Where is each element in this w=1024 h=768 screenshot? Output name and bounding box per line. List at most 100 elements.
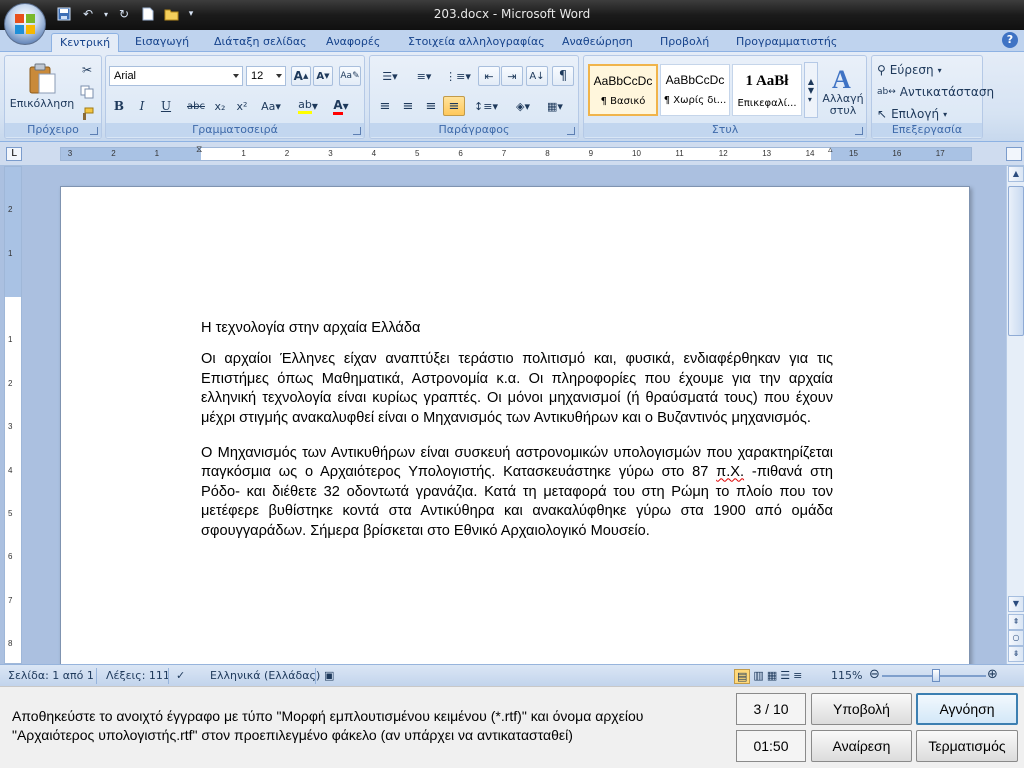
ruler-tick-label: 3 [328,149,333,158]
full-screen-reading-icon[interactable]: ▥ [753,669,763,684]
zoom-in-icon[interactable]: ⊕ [987,667,998,682]
style-no-spacing[interactable]: AaBbCcDc ¶ Χωρίς δι... [660,64,730,116]
styles-gallery-scroll[interactable]: ▲ ▼ ▾ [804,62,818,118]
style-heading1-sample: 1 AaBł [745,73,789,89]
decrease-indent-button[interactable]: ⇤ [478,66,500,86]
strikethrough-button[interactable]: abc [184,96,208,116]
format-painter-icon[interactable] [77,104,97,124]
highlight-color-button[interactable]: ab ▾ [294,96,322,116]
change-styles-icon: A [832,65,851,92]
underline-button[interactable]: U [155,96,177,116]
horizontal-ruler[interactable]: 3 2 1 1 2 3 4 5 6 7 8 9 10 11 12 13 14 15 16 17 ⧖ ▵ [60,145,972,161]
zoom-out-icon[interactable]: ⊖ [869,667,880,682]
shrink-font-button[interactable]: A ▼ [313,66,333,86]
vruler-tick-label: 2 [8,205,13,215]
submit-button[interactable]: Υποβολή [811,693,912,725]
grow-font-button[interactable]: A ▲ [291,66,311,86]
tab-review[interactable]: Αναθεώρηση [554,33,641,52]
tab-mailings[interactable]: Στοιχεία αλληλογραφίας [400,33,553,52]
paste-button[interactable]: Επικόλληση [9,58,75,114]
copy-icon[interactable] [77,82,97,102]
tab-view[interactable]: Προβολή [652,33,717,52]
tab-page-layout[interactable]: Διάταξη σελίδας [206,33,315,52]
paragraph-launcher[interactable] [567,127,575,135]
font-color-button[interactable]: A ▾ [326,96,356,116]
multilevel-list-button[interactable]: ⋮≡▾ [442,66,474,86]
numbering-button[interactable]: ≡▾ [408,66,440,86]
print-layout-view-icon[interactable]: ▤ [734,669,751,684]
view-ruler-icon[interactable] [1006,147,1022,161]
tab-home[interactable]: Κεντρική [51,33,120,52]
right-indent-marker[interactable]: ▵ [828,145,833,155]
font-launcher[interactable] [353,127,361,135]
document-paragraph-1[interactable]: Οι αρχαίοι Έλληνες είχαν αναπτύξει τεράσ… [201,350,833,428]
subscript-button[interactable]: x₂ [210,96,230,116]
help-icon[interactable]: ? [1002,32,1018,48]
italic-button[interactable]: I [132,96,152,116]
line-spacing-button[interactable]: ↕≡▾ [471,96,501,116]
zoom-slider-handle[interactable] [932,669,940,682]
align-right-button[interactable]: ≡ [420,96,442,116]
scroll-thumb[interactable] [1008,186,1024,336]
previous-page-icon[interactable]: ⇞ [1008,614,1024,630]
find-button[interactable]: ⚲ Εύρεση ▾ [876,60,980,80]
styles-group: AaBbCcDc ¶ Βασικό AaBbCcDc ¶ Χωρίς δι...… [583,55,867,139]
language-indicator[interactable]: Ελληνικά (Ελλάδας) [210,669,320,682]
document-page[interactable]: Η τεχνολογία στην αρχαία Ελλάδα Οι αρχαί… [60,186,970,664]
bullets-button[interactable]: ☰▾ [374,66,406,86]
macro-record-icon[interactable]: ▣ [324,669,334,682]
bold-button[interactable]: B [109,96,129,116]
font-size-combo[interactable]: 12 [246,66,286,86]
zoom-level[interactable]: 115% [831,669,862,682]
office-button[interactable] [4,3,46,45]
show-formatting-marks-button[interactable]: ¶ [552,66,574,86]
align-left-button[interactable]: ≡ [374,96,396,116]
tab-developer[interactable]: Προγραμματιστής [728,33,845,52]
outline-view-icon[interactable]: ☰ [780,669,790,684]
document-body[interactable]: Η τεχνολογία στην αρχαία Ελλάδα Οι αρχαί… [201,319,833,557]
change-case-button[interactable]: Aa▾ [256,96,286,116]
undo-task-button[interactable]: Αναίρεση [811,730,912,762]
clipboard-launcher[interactable] [90,127,98,135]
scroll-down-icon[interactable]: ▼ [1008,596,1024,612]
scroll-up-icon[interactable]: ▲ [1008,166,1024,182]
proofing-icon[interactable]: ✓ [176,669,185,682]
paste-icon [29,63,56,93]
select-browse-object-icon[interactable]: ○ [1008,630,1024,646]
replace-button[interactable]: ab↔ Αντικατάσταση [876,82,994,102]
superscript-button[interactable]: x² [232,96,252,116]
cut-icon[interactable]: ✂ [77,60,97,80]
borders-button[interactable]: ▦▾ [540,96,570,116]
indent-marker[interactable]: ⧖ [196,145,202,155]
style-heading1[interactable]: 1 AaBł Επικεφαλί... [732,64,802,116]
web-layout-icon[interactable]: ▦ [767,669,777,684]
finish-button[interactable]: Τερματισμός [916,730,1018,762]
style-normal[interactable]: AaBbCcDc ¶ Βασικό [588,64,658,116]
clear-formatting-button[interactable]: Aa✎ [339,66,361,86]
ruler-tick-label: 11 [675,149,684,158]
next-page-icon[interactable]: ⇟ [1008,646,1024,662]
ignore-button[interactable]: Αγνόηση [916,693,1018,725]
vertical-ruler[interactable]: 2 1 1 2 3 4 5 6 7 8 [4,166,22,664]
find-label: Εύρεση [889,63,934,77]
sort-button[interactable]: A↓ [526,66,548,86]
select-button[interactable]: ↖ Επιλογή ▾ [876,104,980,124]
change-styles-button[interactable]: A Αλλαγή στυλ [822,60,864,120]
draft-view-icon[interactable]: ≡ [793,669,802,684]
vertical-scrollbar[interactable]: ▲ ▼ ⇞ ○ ⇟ [1006,166,1024,664]
style-no-spacing-sample: AaBbCcDc [665,73,725,87]
tab-insert[interactable]: Εισαγωγή [127,33,197,52]
style-no-spacing-name: ¶ Χωρίς δι... [663,95,727,106]
document-paragraph-2[interactable]: Ο Μηχανισμός των Αντικυθήρων είναι συσκε… [201,444,833,541]
justify-button[interactable]: ≡ [443,96,465,116]
document-heading[interactable]: Η τεχνολογία στην αρχαία Ελλάδα [201,319,833,338]
font-name-combo[interactable]: Arial [109,66,243,86]
page-count[interactable]: Σελίδα: 1 από 1 [8,669,94,682]
tab-selector[interactable]: L [6,147,22,161]
styles-launcher[interactable] [855,127,863,135]
shading-button[interactable]: ◈▾ [508,96,538,116]
tab-references[interactable]: Αναφορές [318,33,388,52]
increase-indent-button[interactable]: ⇥ [501,66,523,86]
align-center-button[interactable]: ≡ [397,96,419,116]
word-count[interactable]: Λέξεις: 111 [106,669,170,682]
